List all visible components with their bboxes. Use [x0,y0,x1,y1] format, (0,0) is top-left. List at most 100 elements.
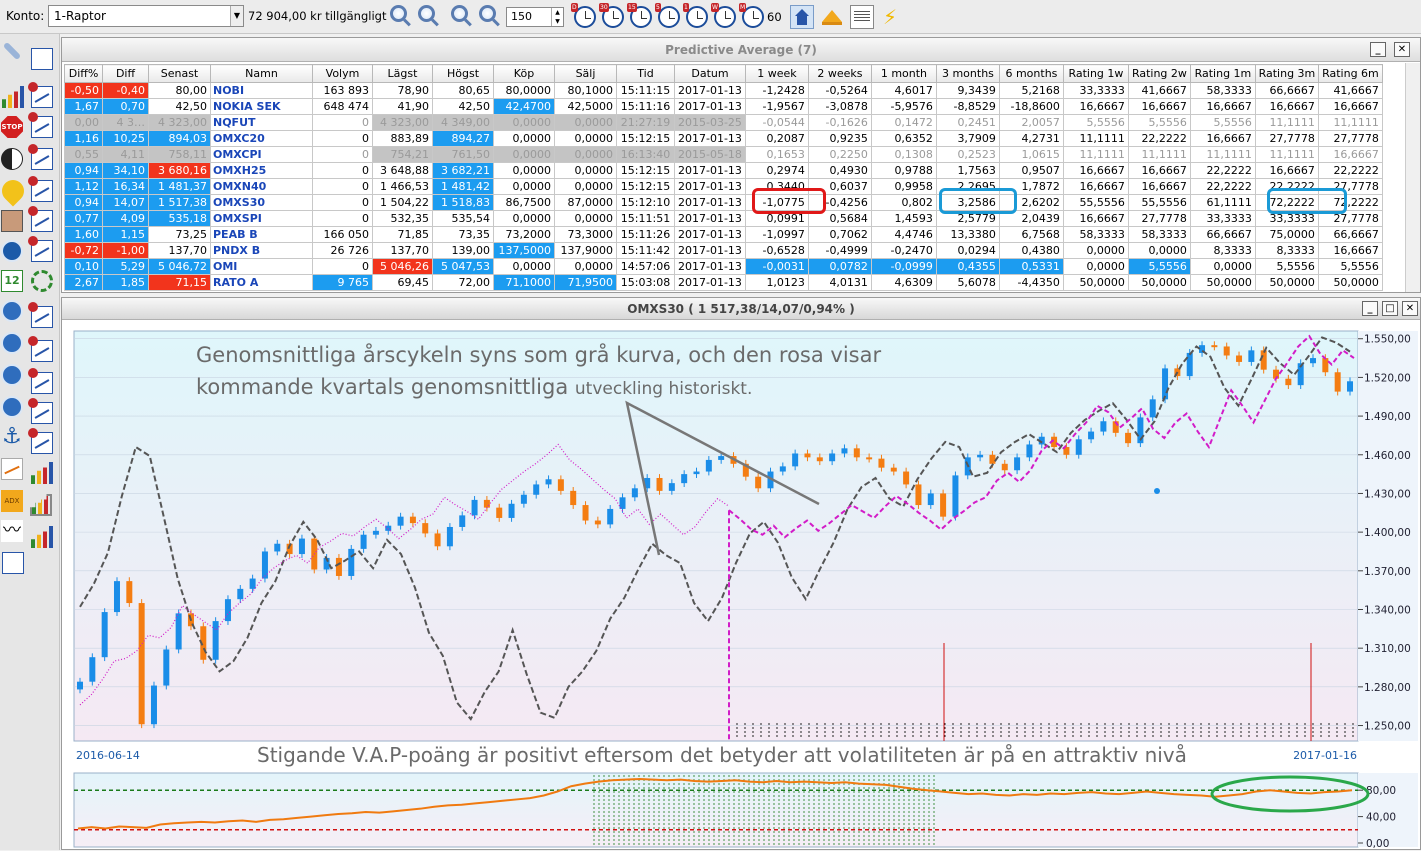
account-select[interactable]: 1-Raptor ▼ [48,5,244,27]
column-header-namn[interactable]: Namn [210,64,313,83]
stop-icon[interactable]: STOP [1,116,23,138]
chart-alarm-icon[interactable] [28,112,53,138]
yin-yang-icon[interactable] [1,148,23,170]
candle-up[interactable] [977,454,984,458]
column-header-senast[interactable]: Senast [148,64,211,83]
candle-down[interactable] [1125,432,1132,444]
candle-up[interactable] [545,479,552,485]
minimize-icon[interactable]: _ [1370,42,1386,57]
close-icon[interactable]: ✕ [1394,42,1410,57]
candle-up[interactable] [360,534,367,549]
candle-up[interactable] [397,516,404,526]
candle-up[interactable] [150,685,157,725]
column-header-diff[interactable]: Diff [102,64,149,83]
candle-up[interactable] [668,483,675,491]
candle-up[interactable] [1162,368,1169,400]
candle-up[interactable] [89,657,96,682]
candle-up[interactable] [446,526,453,547]
chart-d-icon[interactable] [28,428,53,454]
document-icon[interactable] [850,5,874,29]
cycle-icon[interactable] [31,270,53,292]
candle-up[interactable] [101,612,108,658]
bar-chart-3-icon[interactable] [30,494,52,516]
candle-down[interactable] [656,477,663,491]
candle-up[interactable] [792,453,799,467]
table-row[interactable]: 0,77 4,09 535,18 OMXSPI 0 532,35 535,54 0,0000 0… [64,210,1383,227]
chevron-down-icon[interactable]: ▼ [230,6,243,26]
candle-up[interactable] [927,493,934,506]
table-row[interactable]: 0,55 4,11 758,11 OMXCPI 0 754,21 761,50 0,0000 0… [64,146,1383,163]
candle-down[interactable] [1223,346,1230,356]
candle-down[interactable] [422,523,429,534]
column-header-3-months[interactable]: 3 months [935,64,1000,83]
candle-down[interactable] [1322,358,1329,373]
bar-chart-2-icon[interactable] [31,462,53,484]
candle-up[interactable] [631,488,638,498]
column-header-tid[interactable]: Tid [616,64,675,83]
candle-up[interactable] [533,484,540,495]
column-header-2-weeks[interactable]: 2 weeks [807,64,872,83]
clock-monthly-icon[interactable]: M [739,3,764,28]
chart-s-icon[interactable] [28,398,53,424]
candle-up[interactable] [471,499,478,516]
trend-curve-icon[interactable] [1,458,23,480]
candle-down[interactable] [483,499,490,508]
candle-up[interactable] [508,503,515,518]
candle-up[interactable] [249,578,256,589]
candle-up[interactable] [952,475,959,517]
chart-m-icon[interactable] [28,302,53,328]
chart-v-icon[interactable] [28,82,53,108]
candle-up[interactable] [212,621,219,660]
chart-2-icon[interactable] [28,176,53,202]
page-icon[interactable] [2,552,24,574]
bar-chart-4-icon[interactable] [31,526,53,548]
candle-down[interactable] [335,557,342,576]
candle-up[interactable] [1248,350,1255,362]
candle-up[interactable] [1149,399,1156,418]
candle-up[interactable] [1075,439,1082,455]
candle-down[interactable] [594,520,601,525]
candle-down[interactable] [866,457,873,460]
adx-icon[interactable]: ADX [1,490,23,512]
candle-down[interactable] [903,471,910,485]
candle-down[interactable] [1285,378,1292,386]
candle-up[interactable] [520,494,527,504]
table-row[interactable]: 1,12 16,34 1 481,37 OMXN40 0 1 466,53 1 481,42… [64,178,1383,195]
table-row[interactable]: 0,94 34,10 3 680,16 OMXH25 0 3 648,88 3 682,21… [64,162,1383,179]
candle-down[interactable] [755,476,762,489]
maximize-icon[interactable]: □ [1382,301,1398,316]
search-next-icon[interactable] [474,5,498,29]
column-header-datum[interactable]: Datum [674,64,746,83]
candle-down[interactable] [582,505,589,521]
table-row[interactable]: 1,16 10,25 894,03 OMXC20 0 883,89 894,27 0,0000… [64,130,1383,147]
table-row[interactable]: 0,10 5,29 5 046,72 OMI 0 5 046,26 5 047,53 0,00… [64,258,1383,275]
candle-down[interactable] [126,581,133,604]
home-icon[interactable] [790,5,814,29]
candle-down[interactable] [878,458,885,468]
chart-o-icon[interactable] [28,368,53,394]
column-header-rating-1m[interactable]: Rating 1m [1189,64,1256,83]
candle-down[interactable] [816,457,823,462]
table-row[interactable]: -0,72 -1,00 137,70 PNDX B 26 726 137,70 139,00… [64,242,1383,259]
column-header-volym[interactable]: Volym [312,64,373,83]
clock-5min-icon[interactable]: 5 [655,3,680,28]
candle-up[interactable] [607,508,614,525]
table-row[interactable]: -0,50 -0,40 80,00 NOBI 163 893 78,90 80,65 80,0… [64,82,1383,99]
zoom-in-icon[interactable] [385,5,409,29]
candle-down[interactable] [434,533,441,547]
candle-up[interactable] [619,497,626,509]
candle-down[interactable] [1334,372,1341,392]
candle-down[interactable] [570,490,577,506]
candle-up[interactable] [1100,421,1107,432]
candle-up[interactable] [841,448,848,454]
clock-daily-icon[interactable]: D [571,3,596,28]
candle-down[interactable] [1001,463,1008,471]
candle-up[interactable] [1026,444,1033,458]
table-row[interactable]: 0,94 14,07 1 517,38 OMXS30 0 1 504,22 1 518,83… [64,194,1383,211]
column-header-rating-1w[interactable]: Rating 1w [1062,64,1129,83]
candle-down[interactable] [804,453,811,458]
candle-up[interactable] [718,456,725,460]
minimize-icon[interactable]: _ [1362,301,1378,316]
search-icon[interactable] [446,5,470,29]
compass-3-icon[interactable] [1,364,23,386]
